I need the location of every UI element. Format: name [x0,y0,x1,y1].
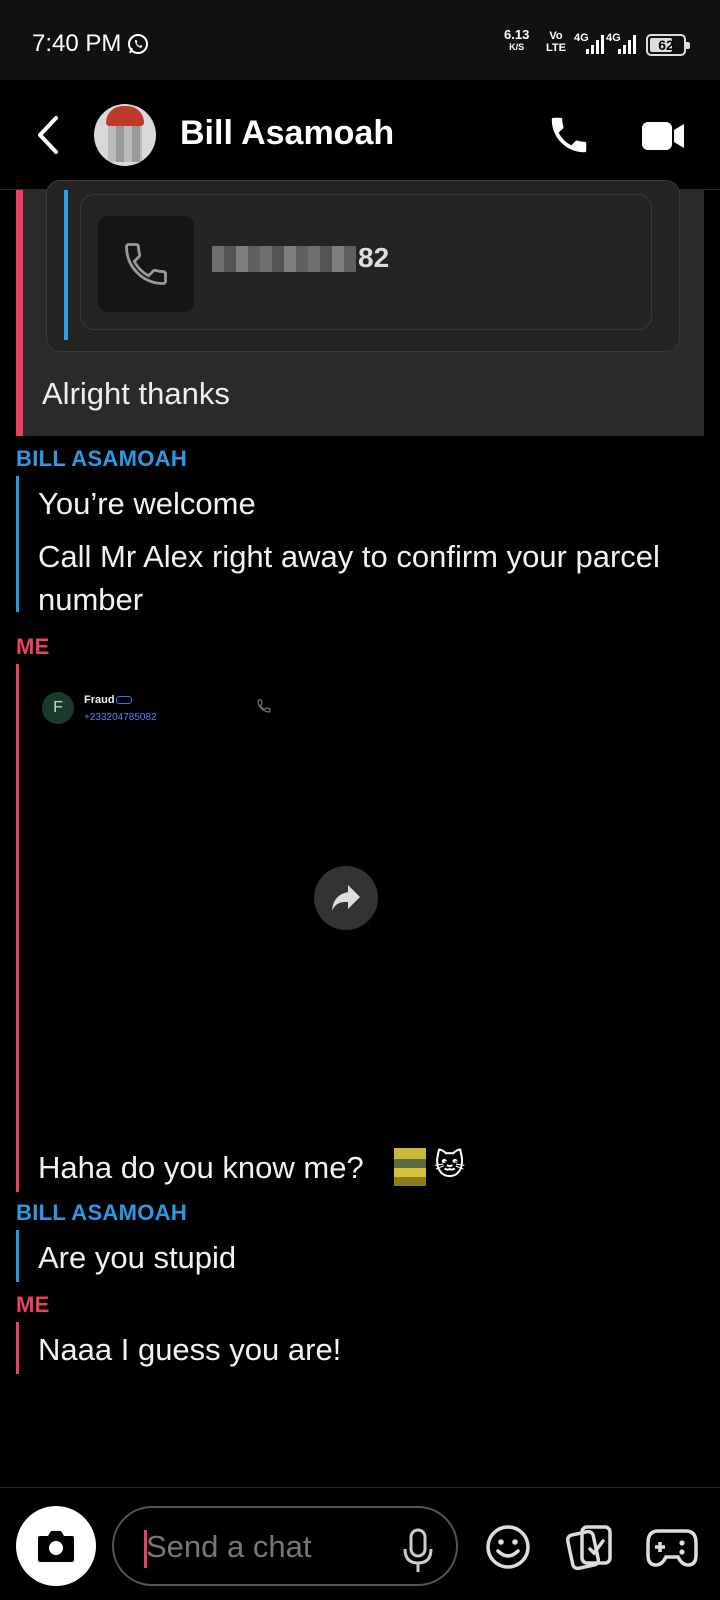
message-text[interactable]: Call Mr Alex right away to confirm your … [38,535,678,621]
phone-tile [98,216,194,312]
forward-button[interactable] [314,866,378,930]
bill-rail [16,1230,19,1282]
message-text[interactable]: You’re welcome [38,482,256,525]
chat-header: Bill Asamoah [0,80,720,190]
sender-label-bill: BILL ASAMOAH [16,1200,188,1225]
screenshot-number: +233204785082 [84,712,157,723]
status-bar: 7:40 PM 6.13 K/S Vo LTE 4G 4G 62 [0,0,720,80]
blurred-emoji [394,1148,426,1186]
me-rail [16,664,19,1192]
phone-icon [257,699,271,713]
screenshot-contact-name: Fraud [84,694,115,706]
battery-percent: 62 [658,37,674,53]
signal-icon: 4G [574,32,604,56]
phone-number-suffix: 82 [358,242,390,273]
sender-label-bill: BILL ASAMOAH [16,446,188,471]
sender-label-me: ME [16,1292,50,1317]
message-text[interactable]: Haha do you know me? [38,1146,364,1189]
chat-input[interactable] [146,1524,386,1570]
sticker-icon[interactable] [566,1523,614,1571]
volte-indicator: Vo LTE [546,30,566,54]
signal-icon-2: 4G [606,32,636,56]
screenshot-tag [116,696,132,704]
back-icon[interactable] [30,112,66,158]
message-text[interactable]: Are you stupid [38,1236,236,1279]
network-speed-unit: K/S [509,42,525,52]
network-speed-value: 6.13 [504,27,530,42]
camera-button[interactable] [16,1506,96,1586]
camera-icon [38,1531,74,1562]
screenshot-avatar: F [42,692,74,724]
blurred-phone-number [212,246,356,272]
cat-emoji: 🐱 [434,1149,466,1182]
volte-top: Vo [549,30,563,42]
phone-outline-icon [125,243,167,285]
battery-tip [686,42,690,49]
message-text: Alright thanks [42,376,230,411]
me-rail [16,1322,19,1374]
battery-icon: 62 [646,34,690,56]
sender-label-me: ME [16,634,50,659]
volte-bottom: LTE [546,42,566,54]
mic-icon[interactable] [400,1527,436,1575]
me-rail [16,190,23,436]
quoted-message[interactable]: 82 Alright thanks [16,180,704,436]
avatar[interactable] [94,104,156,166]
status-time: 7:40 PM [32,30,122,57]
emoji-icon[interactable] [484,1523,532,1571]
bill-rail [64,190,68,340]
whatsapp-icon [128,34,148,54]
avatar-face [108,126,142,162]
bill-rail [16,476,19,612]
phone-icon[interactable] [546,112,592,158]
forward-icon [332,885,360,911]
video-icon[interactable] [640,116,686,156]
avatar-hat [106,106,144,126]
message-text[interactable]: Naaa I guess you are! [38,1328,341,1371]
game-icon[interactable] [646,1527,698,1569]
contact-name[interactable]: Bill Asamoah [180,114,394,153]
network-speed: 6.13 K/S [504,27,530,53]
